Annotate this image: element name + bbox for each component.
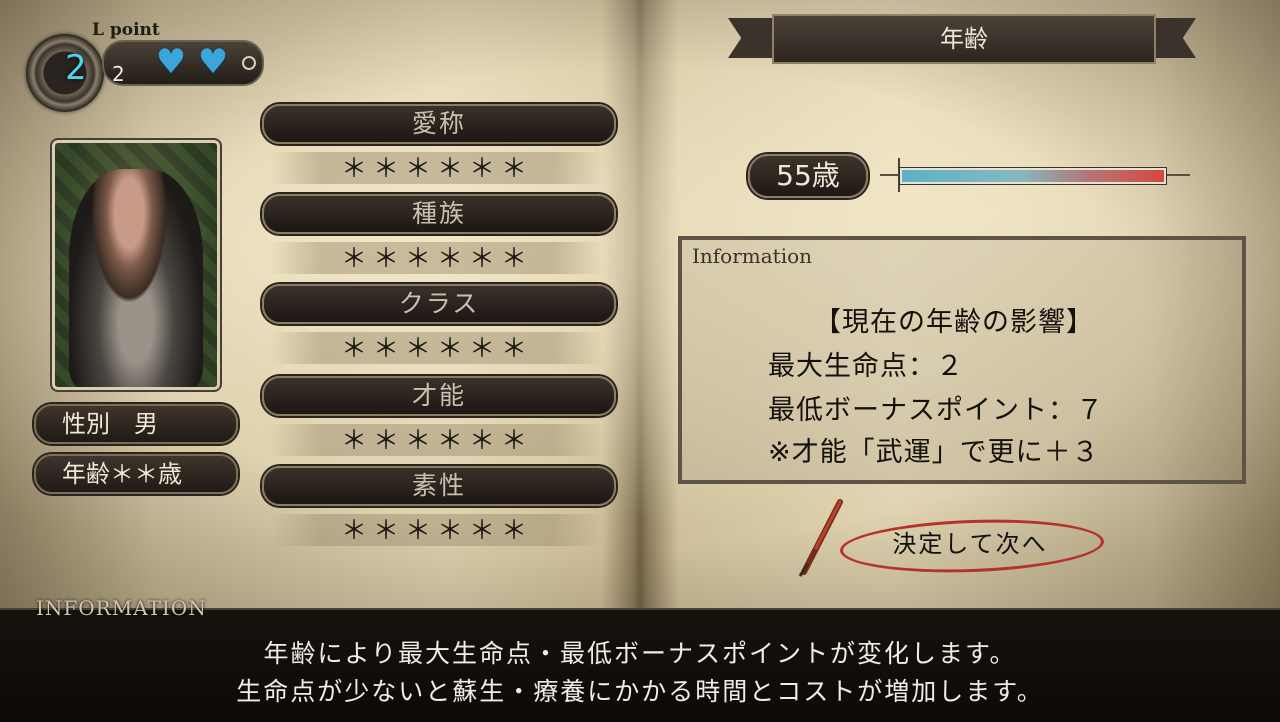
confirm-label: 決定して次へ bbox=[892, 530, 1048, 558]
info-line: ※才能「武運」で更に＋３ bbox=[768, 437, 1100, 468]
gender-text: 性別 男 bbox=[62, 410, 158, 438]
field-value-class: ＊＊＊＊＊＊ bbox=[270, 332, 604, 364]
field-value-talent: ＊＊＊＊＊＊ bbox=[270, 424, 604, 456]
section-ribbon: 年齢 bbox=[728, 14, 1196, 64]
field-value-background: ＊＊＊＊＊＊ bbox=[270, 514, 604, 546]
warrior-portrait-icon bbox=[69, 169, 203, 387]
field-header-talent[interactable]: 才能 bbox=[262, 376, 616, 416]
field-header-class[interactable]: クラス bbox=[262, 284, 616, 324]
age-slider[interactable] bbox=[880, 158, 1190, 192]
field-value-nickname: ＊＊＊＊＊＊ bbox=[270, 152, 604, 184]
confirm-next-button[interactable]: 決定して次へ bbox=[839, 515, 1105, 577]
lpoint-current: 2 bbox=[65, 48, 87, 88]
lpoint-max: 2 bbox=[112, 62, 125, 86]
heart-icon: ♥ bbox=[197, 42, 229, 82]
field-header-race[interactable]: 種族 bbox=[262, 194, 616, 234]
information-bar: INFORMATION 年齢により最大生命点・最低ボーナスポイントが変化します。… bbox=[0, 596, 1280, 722]
lpoint-panel: L point 2 2 ♥ ♥ bbox=[20, 20, 270, 112]
information-line: 生命点が少ないと蘇生・療養にかかる時間とコストが増加します。 bbox=[236, 677, 1044, 706]
info-line: 最大生命点：２ bbox=[768, 351, 964, 382]
information-box: Information 【現在の年齢の影響】 最大生命点：２ 最低ボーナスポイン… bbox=[678, 236, 1246, 484]
lpoint-title: L point bbox=[92, 20, 160, 40]
slider-fill[interactable] bbox=[900, 168, 1166, 184]
age-pill: 年齢＊＊歳 bbox=[34, 454, 238, 494]
section-title: 年齢 bbox=[772, 14, 1156, 64]
information-bar-title: INFORMATION bbox=[36, 596, 207, 620]
field-header-background[interactable]: 素性 bbox=[262, 466, 616, 506]
information-title: Information bbox=[692, 244, 813, 268]
age-text: 年齢＊＊歳 bbox=[62, 460, 182, 488]
age-value-badge: 55歳 bbox=[748, 154, 868, 198]
information-line: 年齢により最大生命点・最低ボーナスポイントが変化します。 bbox=[263, 639, 1017, 668]
empty-point-icon bbox=[242, 56, 256, 70]
info-line: 最低ボーナスポイント：７ bbox=[768, 395, 1104, 426]
info-heading: 【現在の年齢の影響】 bbox=[814, 307, 1094, 338]
gender-pill: 性別 男 bbox=[34, 404, 238, 444]
heart-icon: ♥ bbox=[155, 42, 187, 82]
character-portrait bbox=[50, 138, 222, 392]
field-value-race: ＊＊＊＊＊＊ bbox=[270, 242, 604, 274]
field-header-nickname[interactable]: 愛称 bbox=[262, 104, 616, 144]
